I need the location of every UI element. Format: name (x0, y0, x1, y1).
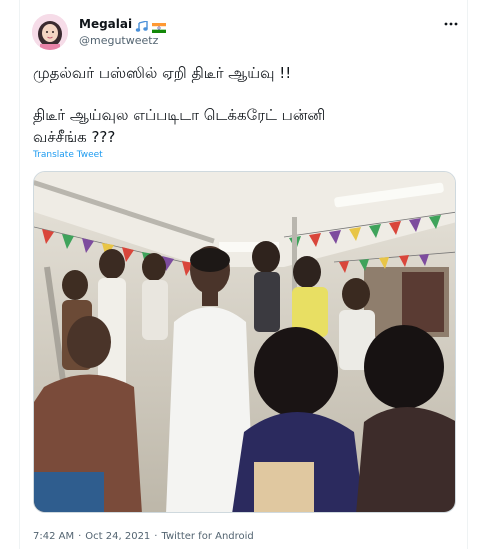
tweet-text-line-1: முதல்வர் பஸ்ஸில் ஏறி திடீர் ஆய்வு !! (33, 64, 292, 82)
meta-separator-2: · (154, 531, 158, 542)
more-dots-icon[interactable] (441, 17, 461, 31)
author-handle[interactable]: @megutweetz (79, 34, 158, 47)
tweet-text-line-2: திடீர் ஆய்வுல எப்படிடா டெக்கரேட் பன்னி வ… (33, 106, 326, 146)
avatar-image (32, 14, 68, 50)
author-avatar[interactable] (32, 14, 68, 50)
author-name-row[interactable]: Megalai (79, 16, 167, 33)
india-flag-emoji (152, 18, 167, 33)
meta-separator-1: · (78, 531, 82, 542)
tweet-text: முதல்வர் பஸ்ஸில் ஏறி திடீர் ஆய்வு !! திட… (33, 62, 453, 148)
author-display-name[interactable]: Megalai (79, 17, 132, 31)
tweet-photo[interactable] (33, 171, 456, 513)
bus-interior-photo (34, 172, 455, 512)
tweet-source[interactable]: Twitter for Android (161, 531, 253, 542)
music-notes-emoji (135, 18, 149, 32)
tweet-time[interactable]: 7:42 AM (33, 531, 74, 542)
translate-tweet-link[interactable]: Translate Tweet (33, 150, 103, 160)
tweet-date[interactable]: Oct 24, 2021 (85, 531, 150, 542)
tweet-meta: 7:42 AM · Oct 24, 2021 · Twitter for And… (33, 531, 254, 542)
